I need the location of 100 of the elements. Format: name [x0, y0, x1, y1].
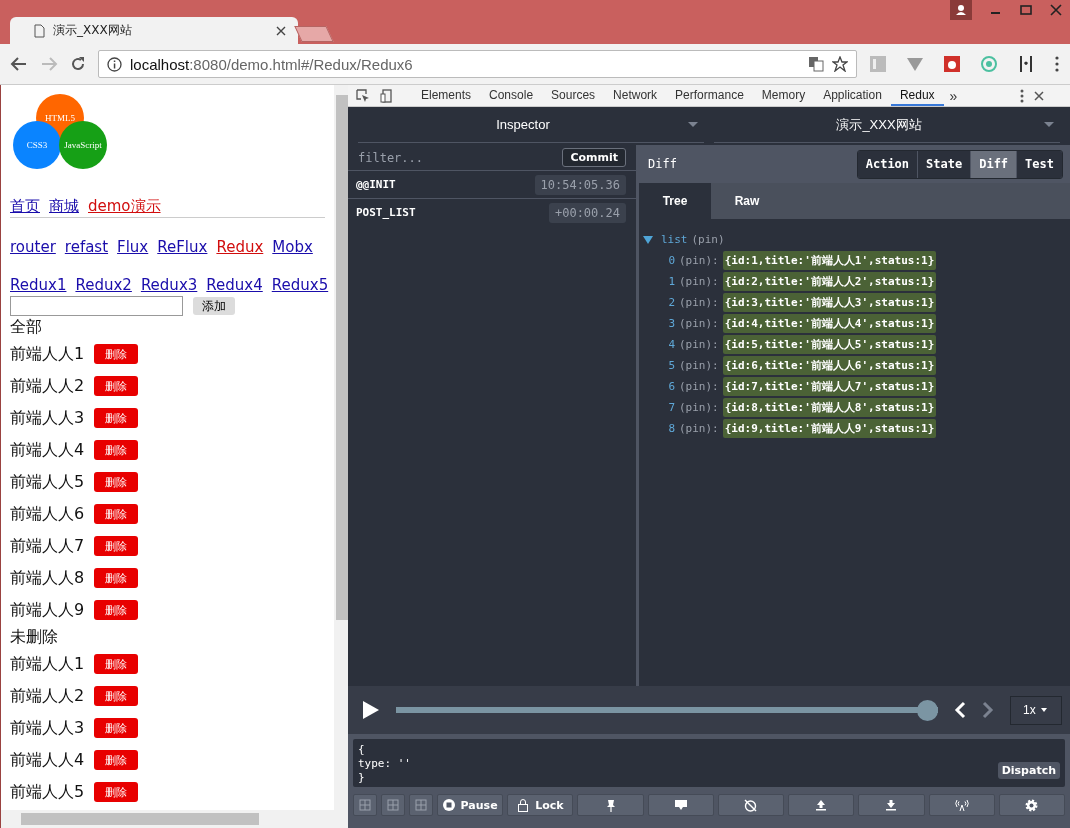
devtools-tab[interactable]: Elements — [412, 85, 481, 106]
commit-button[interactable]: Commit — [562, 148, 626, 167]
nav-link[interactable]: Redux — [216, 238, 264, 256]
expand-icon[interactable] — [643, 235, 653, 244]
nav-link[interactable]: router — [10, 238, 56, 256]
menu-icon[interactable] — [1020, 88, 1024, 103]
added-value: {id:4,title:'前端人人4',status:1} — [722, 314, 937, 333]
star-icon[interactable] — [832, 56, 848, 72]
pane-tab[interactable]: Test — [1016, 150, 1062, 178]
delete-button[interactable]: 删除 — [94, 718, 139, 738]
add-button[interactable]: 添加 — [193, 297, 235, 315]
pause-button[interactable]: Pause — [437, 794, 504, 816]
delete-button[interactable]: 删除 — [94, 536, 139, 556]
close-icon[interactable] — [1034, 90, 1044, 101]
nav-link[interactable]: Redux4 — [206, 276, 263, 294]
new-tab-button[interactable] — [294, 26, 334, 42]
item-title: 前端人人4 — [10, 441, 85, 459]
added-value: {id:2,title:'前端人人2',status:1} — [722, 272, 937, 291]
delete-button[interactable]: 删除 — [94, 344, 139, 364]
delete-button[interactable]: 删除 — [94, 472, 139, 492]
maximize-icon[interactable] — [1020, 4, 1032, 16]
added-value: {id:6,title:'前端人人6',status:1} — [722, 356, 937, 375]
pane-tab[interactable]: Action — [857, 150, 918, 178]
next-icon[interactable] — [982, 701, 994, 719]
devtools-tab[interactable]: Memory — [752, 85, 815, 106]
tree-note: (pin): — [679, 359, 719, 372]
back-icon[interactable] — [10, 56, 28, 72]
item-title: 前端人人6 — [10, 505, 85, 523]
nav-link[interactable]: Redux5 — [271, 276, 329, 294]
item-title: 前端人人3 — [10, 409, 85, 427]
toolbar-button[interactable] — [998, 794, 1065, 816]
delete-button[interactable]: 删除 — [94, 782, 139, 802]
devtools-tab[interactable]: Network — [604, 85, 667, 106]
devtools-tab[interactable]: Console — [480, 85, 543, 106]
nav-link[interactable]: 首页 — [10, 197, 40, 216]
filter-field[interactable]: filter... — [356, 149, 563, 166]
delete-button[interactable]: 删除 — [94, 504, 139, 524]
translate-icon[interactable] — [808, 56, 824, 72]
devtools-tab[interactable]: Performance — [666, 85, 753, 106]
address-bar[interactable]: localhost:8080/demo.html#/Redux/Redux6 — [98, 50, 857, 78]
delete-button[interactable]: 删除 — [94, 750, 139, 770]
reload-icon[interactable] — [70, 56, 86, 72]
user-icon[interactable] — [950, 0, 972, 20]
scrollbar[interactable] — [1, 810, 348, 828]
pin-icon — [605, 798, 616, 812]
pane-tab[interactable]: State — [917, 150, 971, 178]
menu-icon[interactable] — [1054, 56, 1060, 72]
toolbar-button[interactable] — [577, 794, 644, 816]
extension-icon[interactable] — [943, 55, 961, 73]
more-tabs-button[interactable]: » — [943, 87, 964, 104]
action-item[interactable]: POST_LIST +00:00.24 — [348, 199, 636, 226]
nav-link[interactable]: Redux2 — [75, 276, 132, 294]
delete-button[interactable]: 删除 — [94, 654, 139, 674]
devtools-tab[interactable]: Sources — [542, 85, 605, 106]
delete-button[interactable]: 删除 — [94, 408, 139, 428]
previous-icon[interactable] — [954, 701, 966, 719]
delete-button[interactable]: 删除 — [94, 568, 139, 588]
scrollbar[interactable] — [334, 85, 348, 810]
inspect-icon[interactable] — [356, 88, 370, 103]
delete-button[interactable]: 删除 — [94, 686, 139, 706]
item-title: 前端人人2 — [10, 377, 85, 395]
instance-select[interactable]: 演示_XXX网站 — [714, 107, 1060, 143]
view-tab[interactable]: Tree — [639, 183, 711, 219]
nav-link[interactable]: 商城 — [49, 197, 79, 216]
tree-note: (pin): — [679, 422, 719, 435]
toolbar-button[interactable] — [928, 794, 995, 816]
lock-button[interactable]: Lock — [507, 794, 574, 816]
nav-link[interactable]: Redux3 — [140, 276, 198, 294]
tree-note: (pin): — [679, 338, 719, 351]
nav-link[interactable]: demo演示 — [88, 197, 161, 216]
dispatch-editor[interactable]: { type: '' } Dispatch — [353, 739, 1065, 787]
close-icon[interactable] — [1050, 4, 1062, 16]
dispatch-button[interactable]: Dispatch — [997, 762, 1060, 779]
toolbar-button[interactable] — [788, 794, 855, 816]
speed-select[interactable]: 1x — [1010, 695, 1062, 725]
nav-link[interactable]: Mobx — [272, 238, 313, 256]
nav-link[interactable]: ReFlux — [157, 238, 208, 256]
action-item[interactable]: @@INIT 10:54:05.36 — [348, 171, 636, 199]
nav-link[interactable]: refast — [64, 238, 109, 256]
monitor-select[interactable]: Inspector — [358, 107, 704, 143]
toolbar-button[interactable] — [717, 794, 785, 816]
view-tab[interactable]: Raw — [711, 183, 783, 219]
added-value: {id:5,title:'前端人人5',status:1} — [722, 335, 937, 354]
delete-button[interactable]: 删除 — [94, 376, 139, 396]
pane-tab[interactable]: Diff — [970, 150, 1017, 178]
devtools-tab[interactable]: Application — [814, 85, 891, 106]
text-input[interactable] — [10, 296, 183, 316]
nav-link[interactable]: Flux — [117, 238, 149, 256]
nav-link[interactable]: Redux1 — [10, 276, 67, 294]
section-heading: 全部 — [10, 316, 43, 338]
delete-button[interactable]: 删除 — [94, 600, 139, 620]
toolbar-button[interactable] — [858, 794, 925, 816]
extension-icon[interactable] — [1017, 55, 1035, 73]
play-icon[interactable] — [362, 700, 380, 720]
delete-button[interactable]: 删除 — [94, 440, 139, 460]
toolbar-button[interactable] — [647, 794, 714, 816]
layout-icon — [359, 799, 371, 811]
close-icon[interactable] — [276, 25, 286, 36]
device-icon[interactable] — [380, 88, 394, 103]
browser-tab[interactable]: 演示_XXX网站 — [10, 17, 298, 44]
